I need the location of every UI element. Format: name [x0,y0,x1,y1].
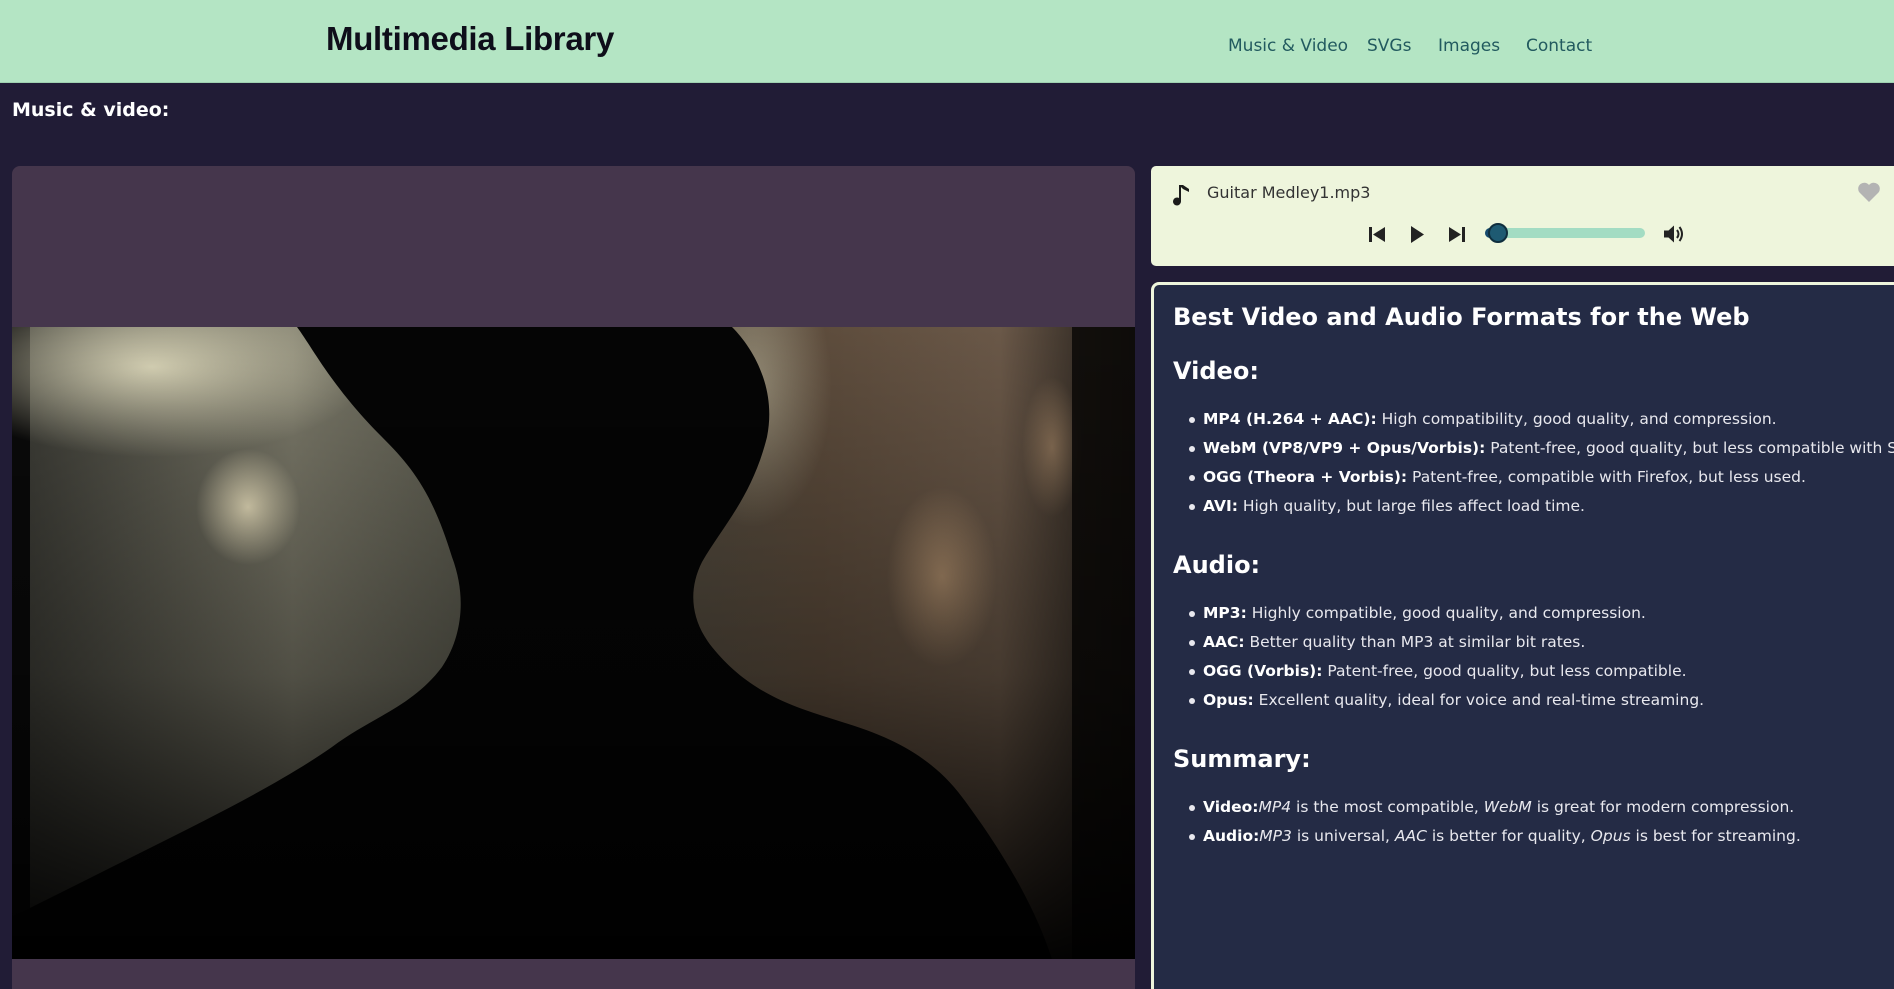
progress-bar[interactable] [1485,223,1645,243]
format-name: MP4 [1258,798,1292,816]
format-label: MP3: [1203,604,1247,622]
format-description: Patent-free, good quality, but less comp… [1485,439,1894,457]
next-icon[interactable] [1448,226,1466,243]
summary-text: is universal, [1291,827,1395,845]
main-nav: Music & Video SVGs Images Contact [0,36,1894,60]
list-item: AVI: High quality, but large files affec… [1173,492,1894,521]
summary-item-audio: Audio:MP3 is universal, AAC is better fo… [1173,822,1894,851]
list-item: MP4 (H.264 + AAC): High compatibility, g… [1173,405,1894,434]
format-name: AAC [1394,827,1427,845]
format-label: AAC: [1203,633,1245,651]
format-description: Patent-free, good quality, but less comp… [1322,662,1687,680]
format-label: OGG (Vorbis): [1203,662,1323,680]
list-item: MP3: Highly compatible, good quality, an… [1173,599,1894,628]
format-label: AVI: [1203,497,1238,515]
track-name: Guitar Medley1.mp3 [1207,183,1371,202]
audio-heading: Audio: [1173,551,1261,579]
video-panel [12,166,1135,989]
formats-info-panel: Best Video and Audio Formats for the Web… [1151,282,1894,989]
summary-text: is better for quality, [1426,827,1591,845]
nav-link-music-video[interactable]: Music & Video [1228,36,1348,56]
info-title: Best Video and Audio Formats for the Web [1173,303,1750,331]
video-player[interactable] [12,327,1135,959]
summary-label: Audio: [1203,827,1260,845]
video-frame-image [12,327,1135,959]
list-item: Opus: Excellent quality, ideal for voice… [1173,686,1894,715]
format-name: WebM [1483,798,1532,816]
previous-icon[interactable] [1368,226,1386,243]
summary-list: Video:MP4 is the most compatible, WebM i… [1173,793,1894,851]
audio-player: Guitar Medley1.mp3 [1151,166,1894,266]
summary-text: is the most compatible, [1291,798,1484,816]
play-icon[interactable] [1409,225,1425,244]
format-label: WebM (VP8/VP9 + Opus/Vorbis): [1203,439,1486,457]
format-name: Opus [1590,827,1631,845]
heart-icon[interactable] [1857,181,1881,203]
summary-heading: Summary: [1173,745,1311,773]
section-heading: Music & video: [12,99,170,121]
format-description: High compatibility, good quality, and co… [1376,410,1777,428]
format-label: MP4 (H.264 + AAC): [1203,410,1377,428]
format-description: Highly compatible, good quality, and com… [1246,604,1646,622]
format-description: Excellent quality, ideal for voice and r… [1253,691,1705,709]
site-header: Multimedia Library Music & Video SVGs Im… [0,0,1894,83]
list-item: OGG (Vorbis): Patent-free, good quality,… [1173,657,1894,686]
format-label: Opus: [1203,691,1254,709]
volume-icon[interactable] [1663,224,1685,244]
summary-text: is best for streaming. [1630,827,1801,845]
format-description: Patent-free, compatible with Firefox, bu… [1407,468,1806,486]
music-note-icon [1173,185,1189,206]
video-format-list: MP4 (H.264 + AAC): High compatibility, g… [1173,405,1894,521]
video-heading: Video: [1173,357,1259,385]
list-item: AAC: Better quality than MP3 at similar … [1173,628,1894,657]
format-description: Better quality than MP3 at similar bit r… [1244,633,1586,651]
progress-thumb[interactable] [1487,223,1508,243]
summary-label: Video: [1203,798,1259,816]
format-description: High quality, but large files affect loa… [1237,497,1585,515]
nav-link-images[interactable]: Images [1438,36,1500,56]
list-item: WebM (VP8/VP9 + Opus/Vorbis): Patent-fre… [1173,434,1894,463]
summary-text: is great for modern compression. [1531,798,1795,816]
nav-link-contact[interactable]: Contact [1526,36,1592,56]
list-item: OGG (Theora + Vorbis): Patent-free, comp… [1173,463,1894,492]
audio-format-list: MP3: Highly compatible, good quality, an… [1173,599,1894,715]
nav-link-svgs[interactable]: SVGs [1367,36,1411,56]
format-label: OGG (Theora + Vorbis): [1203,468,1408,486]
format-name: MP3 [1259,827,1292,845]
summary-item-video: Video:MP4 is the most compatible, WebM i… [1173,793,1894,822]
